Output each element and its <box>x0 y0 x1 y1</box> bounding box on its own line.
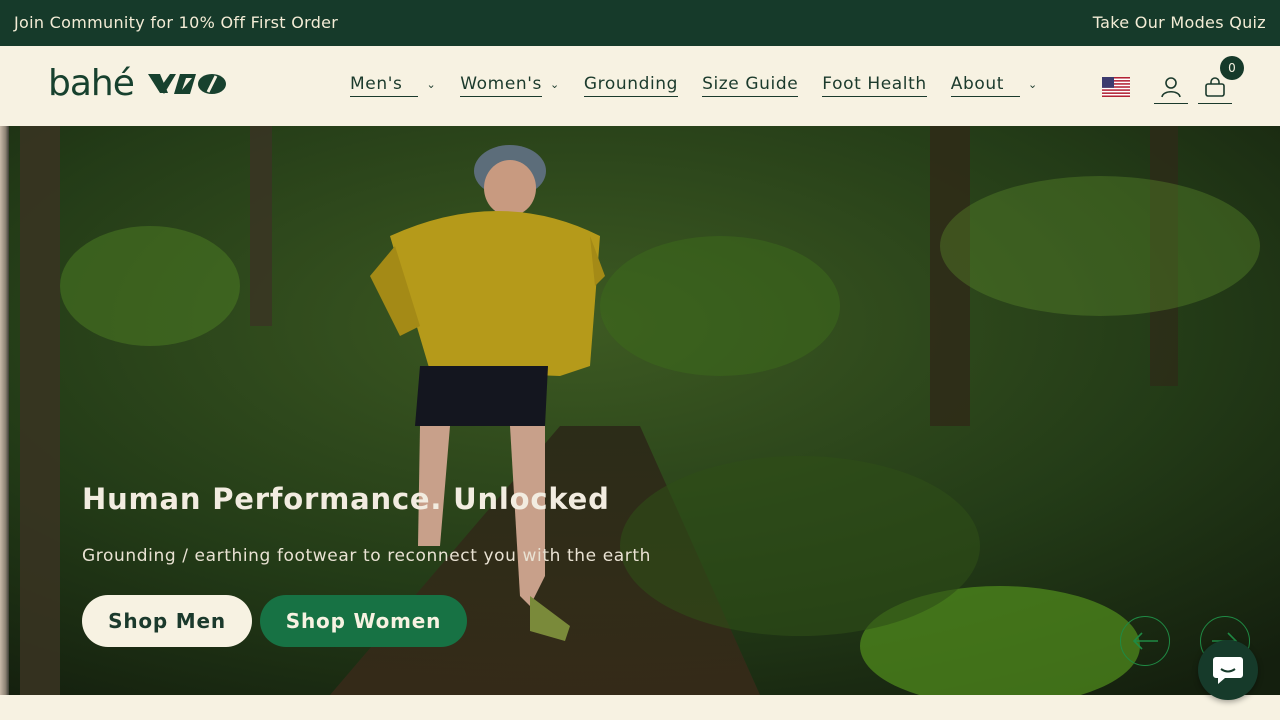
logo-wordmark: bahé <box>48 63 135 104</box>
chevron-down-icon: ⌄ <box>550 78 560 91</box>
us-flag-icon[interactable] <box>1102 77 1130 97</box>
logo-mark-icon <box>147 74 226 94</box>
nav-item-mens[interactable]: Men's ⌄ <box>350 74 436 97</box>
cart-count-badge: 0 <box>1220 56 1244 80</box>
cart-icon <box>1205 76 1225 97</box>
announcement-quiz-link[interactable]: Take Our Modes Quiz <box>1093 13 1266 32</box>
shop-men-button[interactable]: Shop Men <box>82 595 252 647</box>
shop-women-button[interactable]: Shop Women <box>260 595 467 647</box>
nav-item-label: Grounding <box>583 74 679 97</box>
site-header: bahé Men's ⌄ Women's ⌄ Grounding Size Gu… <box>0 46 1280 126</box>
cart-button[interactable]: 0 <box>1198 56 1244 104</box>
hero-left-edge <box>0 126 9 695</box>
main-nav: Men's ⌄ Women's ⌄ Grounding Size Guide F… <box>350 74 1062 102</box>
nav-item-label: Men's <box>350 74 419 97</box>
logo[interactable]: bahé <box>48 64 228 104</box>
account-icon <box>1161 76 1181 97</box>
page-bottom-strip <box>0 695 1280 720</box>
nav-item-label: About <box>950 74 1021 97</box>
nav-item-size-guide[interactable]: Size Guide <box>702 74 799 97</box>
nav-item-label: Women's <box>460 74 543 97</box>
chevron-down-icon: ⌄ <box>426 78 437 91</box>
announcement-bar: Join Community for 10% Off First Order T… <box>0 0 1280 46</box>
arrow-left-icon <box>1132 632 1158 650</box>
announcement-community-link[interactable]: Join Community for 10% Off First Order <box>14 13 338 32</box>
nav-item-foot-health[interactable]: Foot Health <box>822 74 927 97</box>
chat-bubble-icon <box>1213 657 1243 684</box>
nav-item-label: Foot Health <box>822 74 927 97</box>
nav-item-grounding[interactable]: Grounding <box>583 74 679 97</box>
chevron-down-icon: ⌄ <box>1028 78 1038 91</box>
nav-item-label: Size Guide <box>702 74 799 97</box>
header-utilities: 0 <box>1102 56 1244 104</box>
nav-item-womens[interactable]: Women's ⌄ <box>460 74 560 97</box>
hero-subtitle: Grounding / earthing footwear to reconne… <box>82 546 652 566</box>
slide-prev-button[interactable] <box>1120 616 1170 666</box>
nav-item-about[interactable]: About ⌄ <box>950 74 1038 97</box>
chat-button[interactable] <box>1198 640 1258 700</box>
hero-banner: Human Performance. Unlocked Grounding / … <box>0 126 1280 695</box>
account-button[interactable] <box>1154 70 1188 104</box>
hero-title: Human Performance. Unlocked <box>82 482 610 516</box>
